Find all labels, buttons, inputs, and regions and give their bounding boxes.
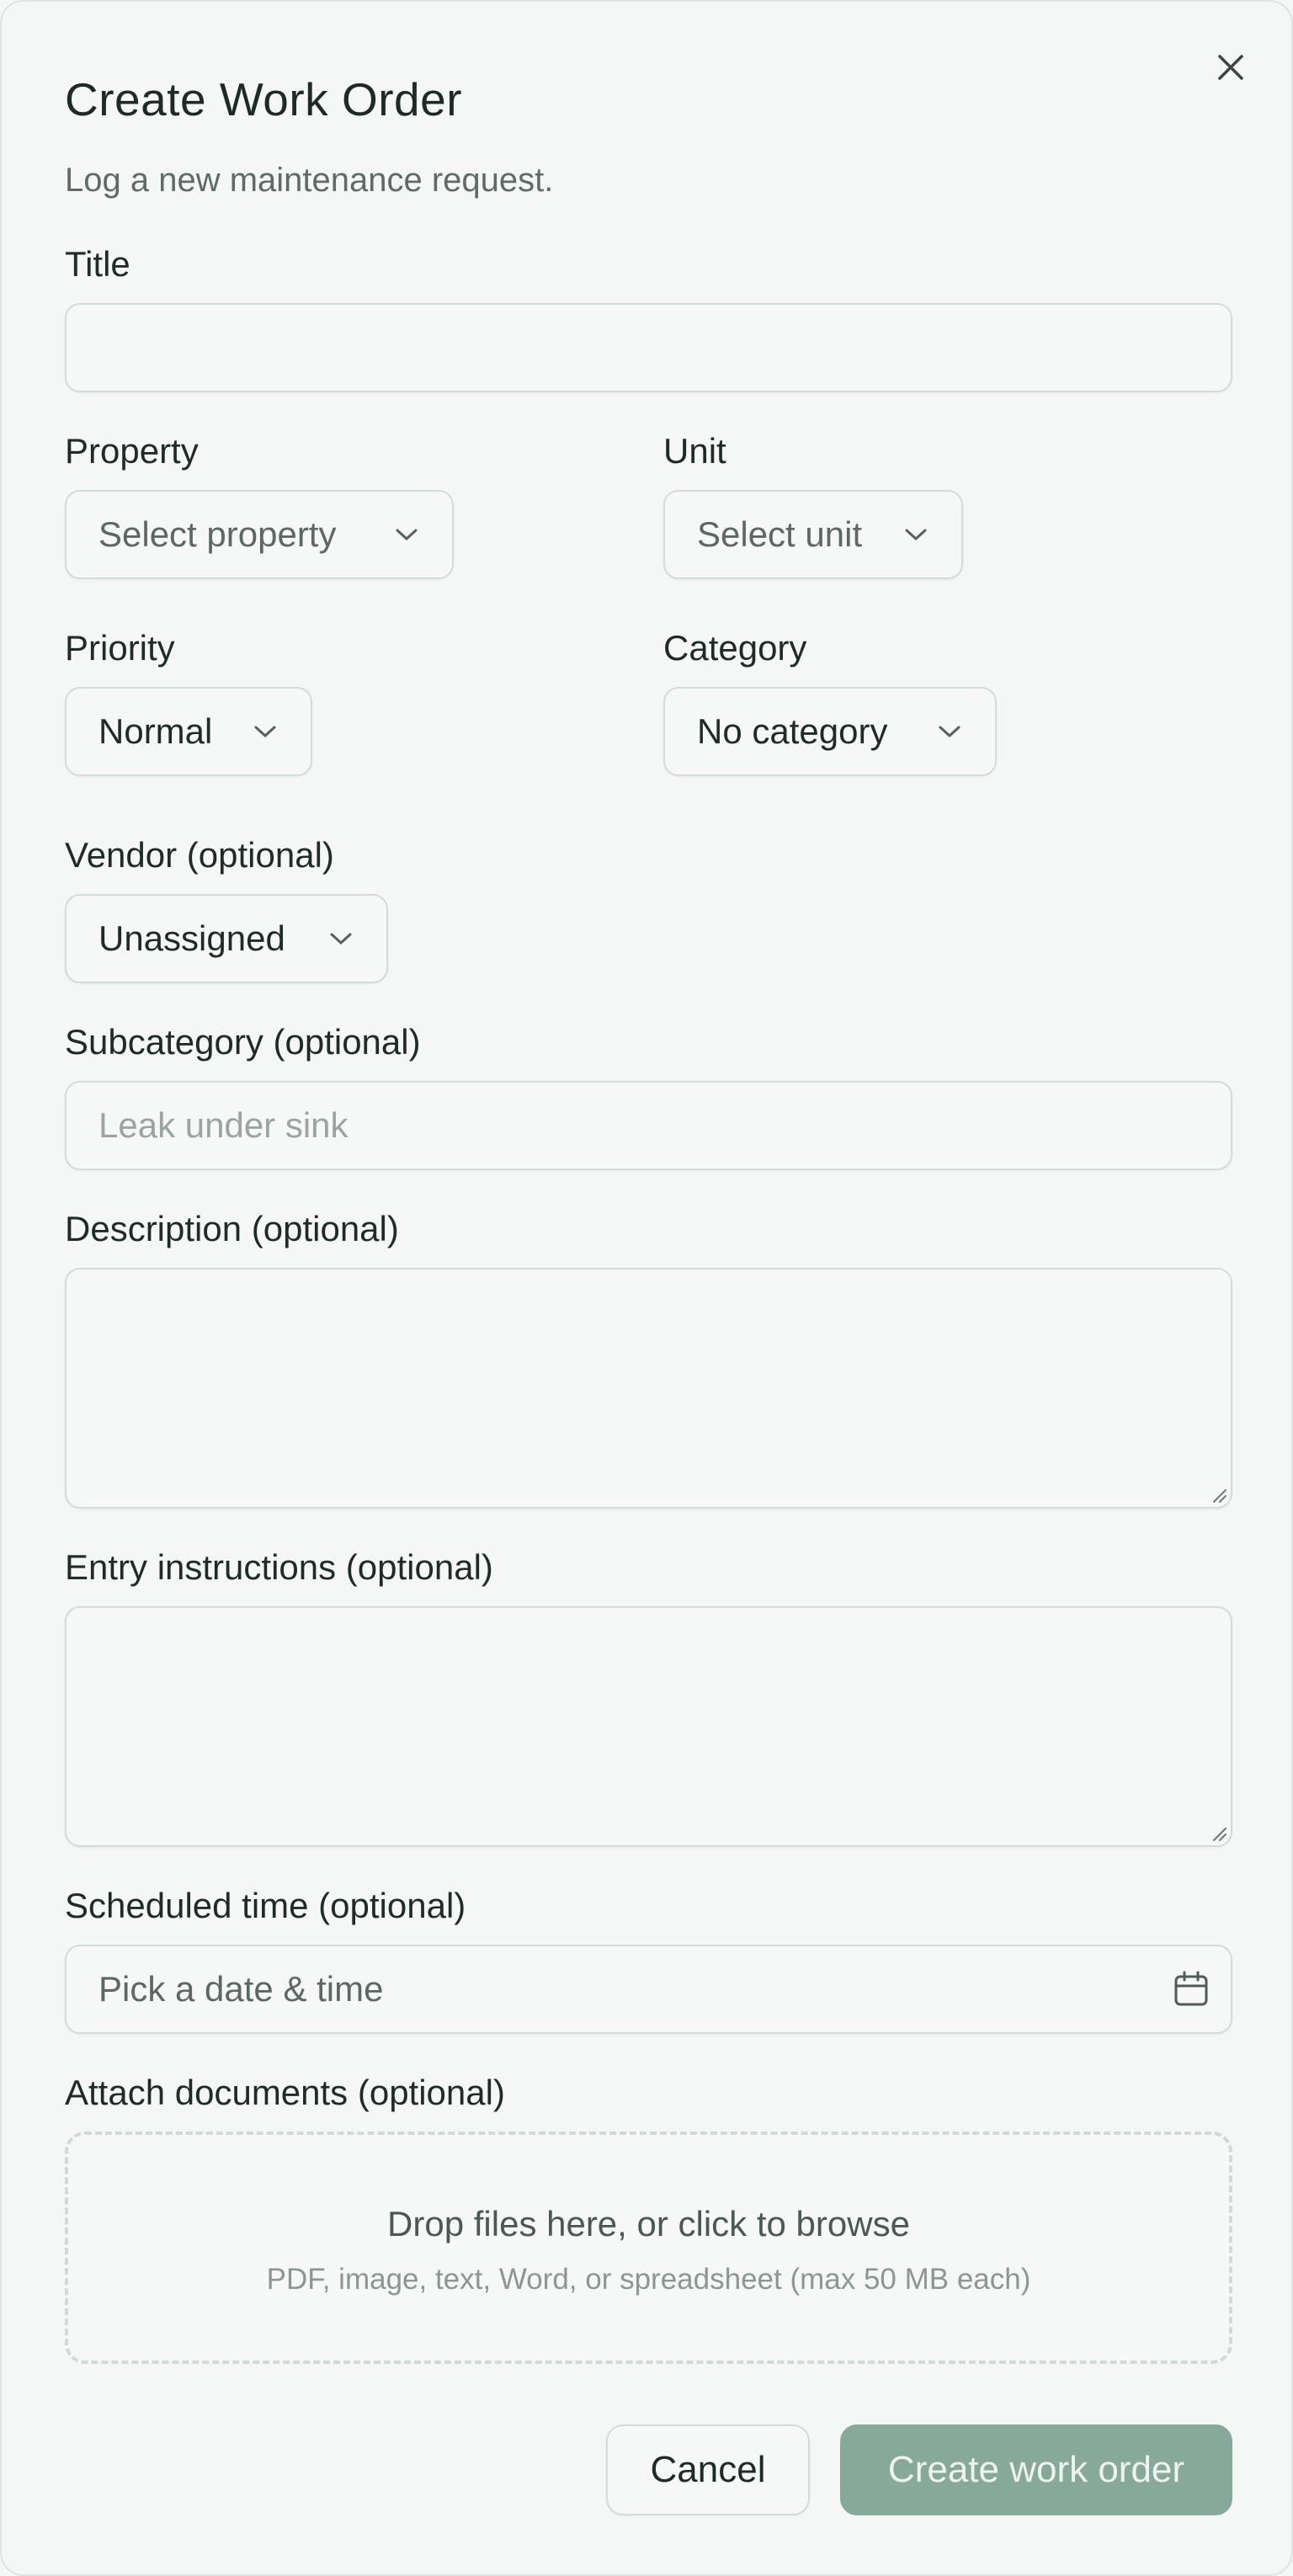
vendor-value: Unassigned: [98, 918, 285, 958]
dropzone-text: Drop files here, or click to browse: [387, 2204, 910, 2243]
dialog-subtitle: Log a new maintenance request.: [65, 162, 554, 199]
category-value: No category: [697, 711, 888, 751]
category-select[interactable]: No category: [663, 687, 997, 776]
cancel-button[interactable]: Cancel: [606, 2424, 810, 2515]
entry-instructions-textarea[interactable]: [65, 1606, 1232, 1847]
chevron-down-icon: [905, 529, 927, 540]
priority-value: Normal: [98, 711, 213, 751]
description-label: Description (optional): [65, 1209, 399, 1248]
category-label: Category: [663, 628, 807, 668]
property-value: Select property: [98, 514, 337, 554]
unit-label: Unit: [663, 431, 726, 471]
scheduled-time-picker[interactable]: Pick a date & time: [65, 1945, 1232, 2034]
description-textarea[interactable]: [65, 1268, 1232, 1509]
attachments-label: Attach documents (optional): [65, 2073, 505, 2112]
dropzone-hint: PDF, image, text, Word, or spreadsheet (…: [266, 2263, 1031, 2296]
scheduled-time-label: Scheduled time (optional): [65, 1886, 466, 1925]
subcategory-label: Subcategory (optional): [65, 1022, 421, 1062]
unit-value: Select unit: [697, 514, 863, 554]
entry-instructions-label: Entry instructions (optional): [65, 1547, 493, 1587]
calendar-icon: [1174, 1971, 1208, 2006]
chevron-down-icon: [396, 529, 418, 540]
create-work-order-button[interactable]: Create work order: [840, 2424, 1232, 2515]
chevron-down-icon: [330, 933, 352, 945]
vendor-select[interactable]: Unassigned: [65, 894, 388, 983]
close-button[interactable]: [1207, 44, 1254, 91]
chevron-down-icon: [939, 726, 960, 737]
title-label: Title: [65, 244, 130, 284]
priority-label: Priority: [65, 628, 175, 668]
chevron-down-icon: [254, 726, 276, 737]
vendor-label: Vendor (optional): [65, 835, 334, 875]
subcategory-placeholder: Leak under sink: [98, 1105, 349, 1145]
subcategory-input[interactable]: Leak under sink: [65, 1081, 1232, 1170]
dialog-title: Create Work Order: [65, 73, 463, 125]
close-icon: [1218, 55, 1243, 80]
priority-select[interactable]: Normal: [65, 687, 312, 776]
unit-select[interactable]: Select unit: [663, 490, 963, 579]
property-label: Property: [65, 431, 199, 471]
resize-handle-icon[interactable]: [1209, 1485, 1227, 1504]
file-dropzone[interactable]: Drop files here, or click to browse PDF,…: [65, 2132, 1232, 2364]
title-input[interactable]: [65, 303, 1232, 392]
property-select[interactable]: Select property: [65, 490, 454, 579]
resize-handle-icon[interactable]: [1209, 1823, 1227, 1842]
scheduled-time-placeholder: Pick a date & time: [98, 1969, 384, 2009]
create-work-order-dialog: Create Work Order Log a new maintenance …: [0, 0, 1293, 2576]
